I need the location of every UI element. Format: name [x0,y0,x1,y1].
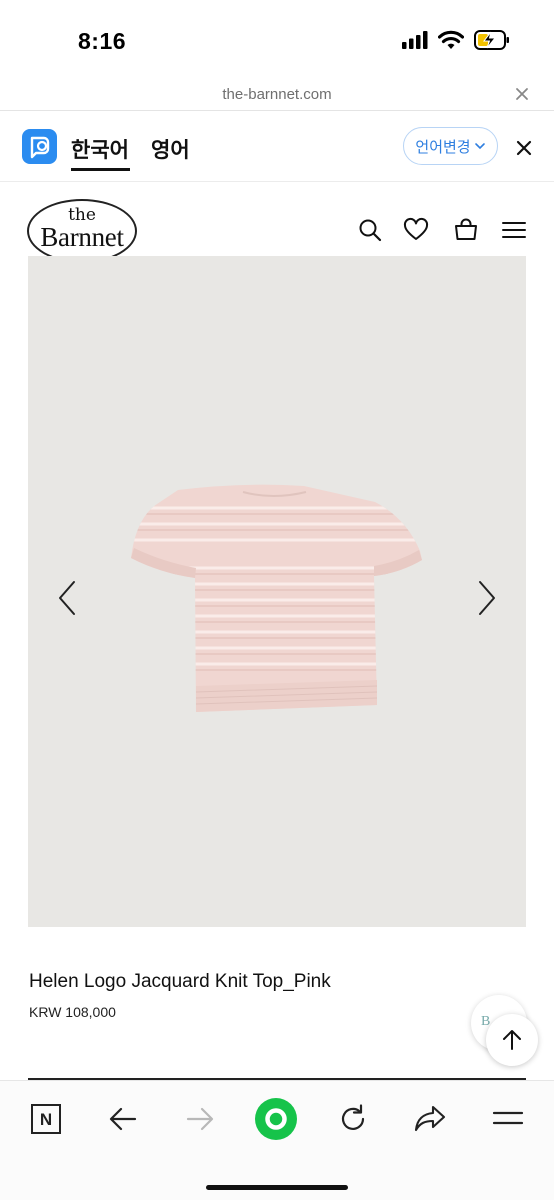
green-dot-button[interactable] [254,1097,298,1141]
status-bar: 8:16 [0,0,554,80]
translate-bar: 한국어 영어 언어변경 [0,112,554,182]
status-time: 8:16 [78,28,127,54]
home-indicator [206,1185,348,1190]
arrow-up-icon [503,1030,521,1050]
refresh-button[interactable] [331,1097,375,1141]
menu-icon[interactable] [501,217,527,243]
product-image[interactable] [28,256,526,927]
share-icon [414,1105,446,1132]
naver-home-button[interactable]: N [24,1097,68,1141]
signal-icon [402,31,428,49]
share-button[interactable] [408,1097,452,1141]
site-logo[interactable]: the Barnnet [27,199,137,263]
product-name: Helen Logo Jacquard Knit Top_Pink [29,971,331,992]
knit-top-image [131,484,422,712]
floating-buttons: B [471,995,538,1066]
cart-icon[interactable] [453,217,479,243]
active-tab-indicator [71,168,130,171]
naver-home-icon: N [31,1104,61,1134]
wifi-icon [438,30,464,49]
back-button[interactable] [101,1097,145,1141]
site-header: the Barnnet [0,182,554,263]
search-icon[interactable] [357,217,383,243]
green-dot-icon [255,1098,297,1140]
refresh-icon [341,1104,365,1130]
browser-toolbar: N [0,1080,554,1200]
chevron-left-icon[interactable] [52,576,82,620]
close-icon[interactable] [514,138,534,158]
battery-charging-icon [474,30,509,50]
forward-button[interactable] [178,1097,222,1141]
menu-icon [492,1111,524,1125]
heart-icon[interactable] [403,217,429,243]
divider [0,110,554,111]
scroll-to-top-button[interactable] [486,1014,538,1066]
papago-icon[interactable] [22,129,57,164]
chevron-right-icon[interactable] [472,576,502,620]
change-language-label: 언어변경 [415,138,471,156]
change-language-button[interactable]: 언어변경 [403,127,498,165]
url-bar[interactable]: the-barnnet.com [0,80,554,112]
tab-english[interactable]: 영어 [151,134,190,164]
status-icons [402,30,510,50]
svg-text:N: N [40,1110,52,1129]
close-icon[interactable] [512,84,532,104]
tab-korean[interactable]: 한국어 [71,134,129,164]
chevron-down-icon [474,143,485,150]
url-text[interactable]: the-barnnet.com [0,86,554,103]
back-arrow-icon [109,1107,137,1131]
product-price: KRW 108,000 [29,1004,116,1020]
logo-name: Barnnet [40,222,124,252]
menu-button[interactable] [486,1097,530,1141]
forward-arrow-icon [186,1107,214,1131]
